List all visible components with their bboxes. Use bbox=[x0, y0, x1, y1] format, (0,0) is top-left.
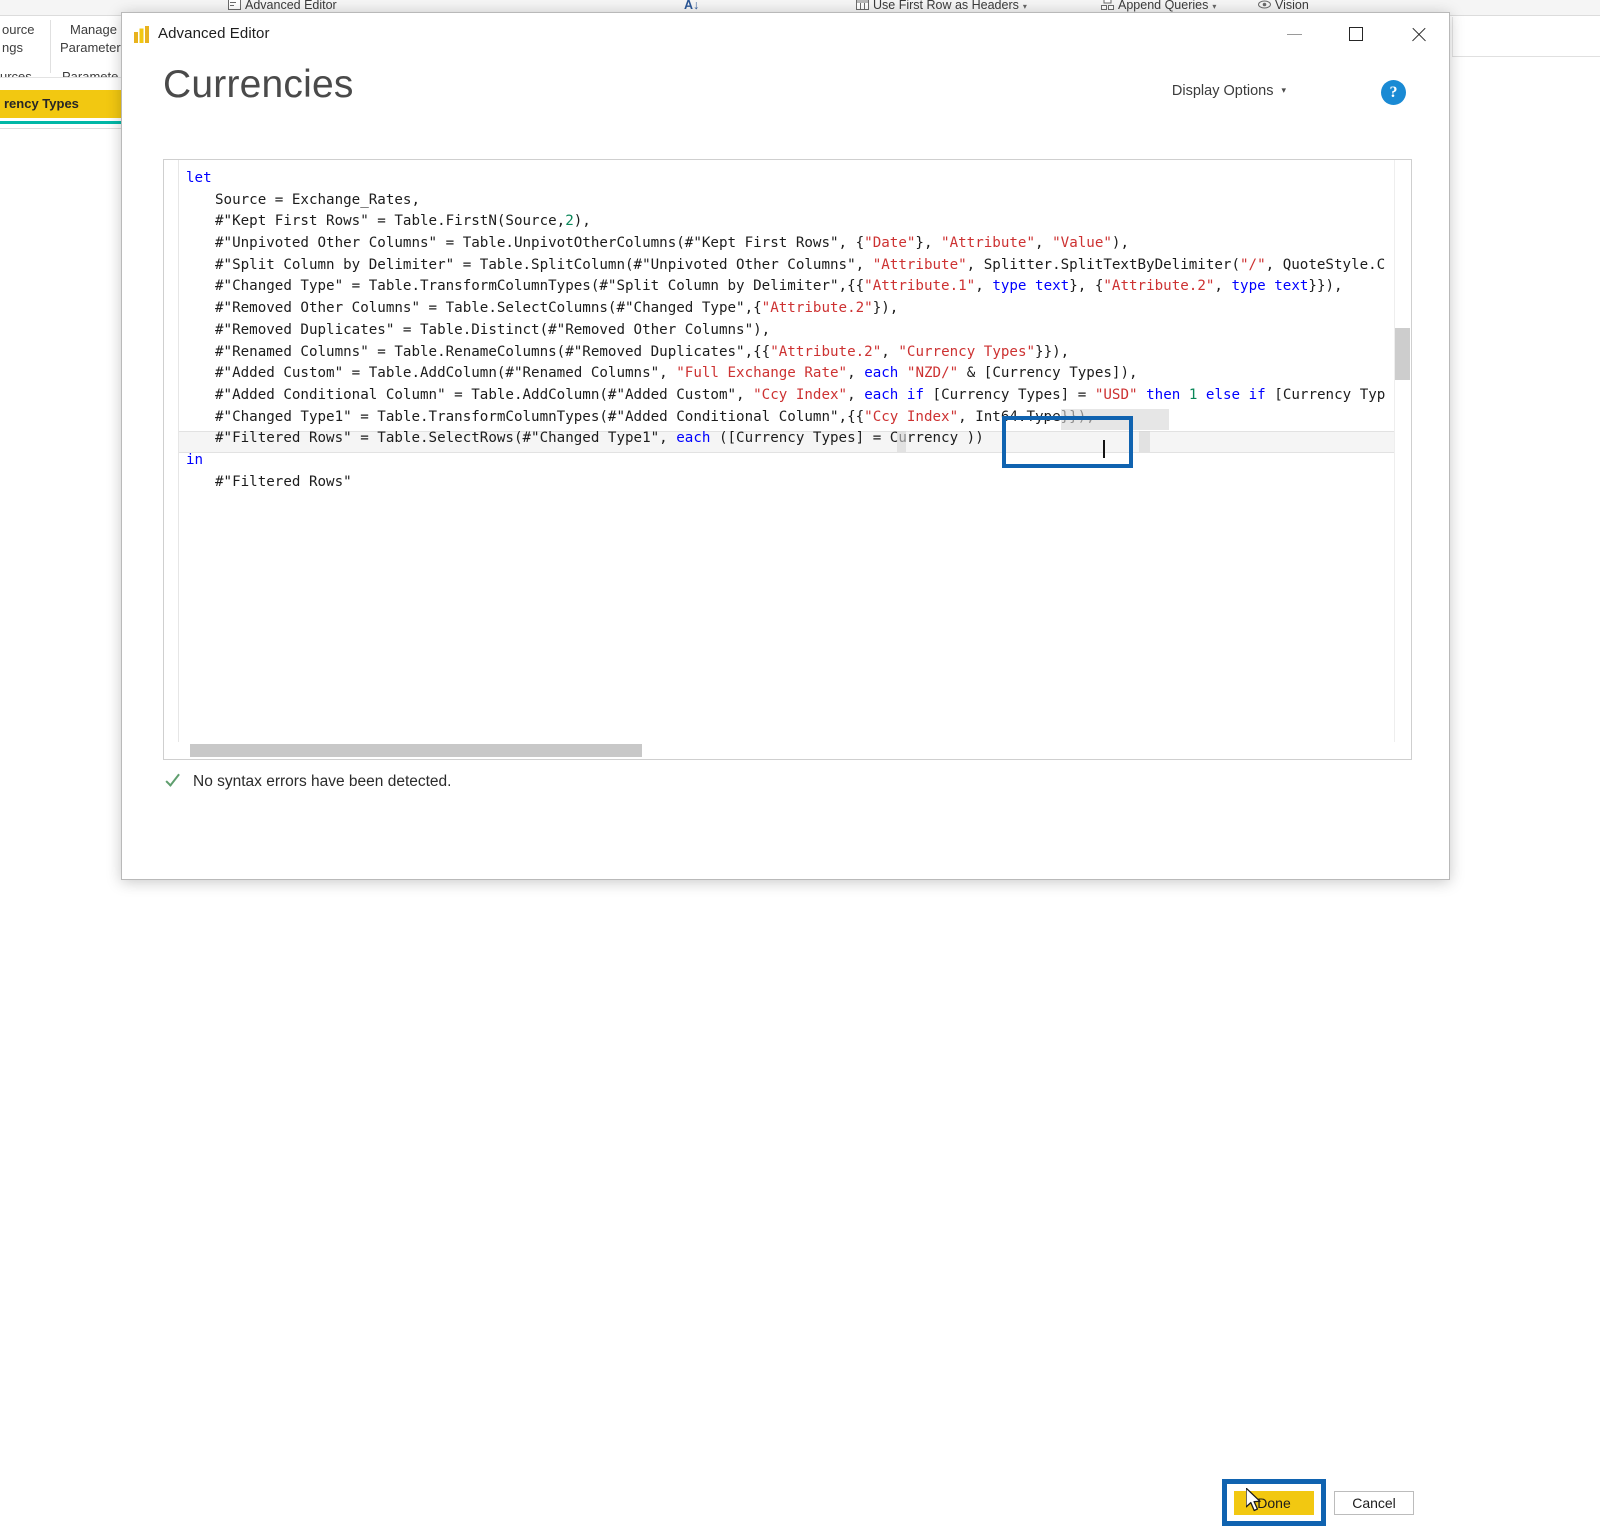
background-right-panel bbox=[1452, 17, 1600, 57]
code-line: #"Removed Other Columns" = Table.SelectC… bbox=[186, 298, 1385, 320]
display-options-dropdown[interactable]: Display Options ▾ bbox=[1172, 83, 1286, 99]
ribbon-button-append-queries[interactable]: Append Queries ▾ bbox=[1101, 0, 1216, 12]
minimize-button[interactable] bbox=[1263, 13, 1325, 55]
code-line: #"Unpivoted Other Columns" = Table.Unpiv… bbox=[186, 233, 1385, 255]
query-tab-currency-types[interactable]: rency Types bbox=[0, 90, 128, 118]
editor-horizontal-scrollbar[interactable] bbox=[164, 742, 1394, 759]
editor-horizontal-scroll-thumb[interactable] bbox=[190, 744, 642, 757]
selection-highlight-paren bbox=[897, 431, 906, 452]
done-button[interactable]: Done bbox=[1234, 1491, 1314, 1515]
ribbon-group-label-parameters: Paramete bbox=[62, 69, 118, 78]
code-line: #"Filtered Rows" = Table.SelectRows(#"Ch… bbox=[186, 428, 1385, 450]
code-line: #"Renamed Columns" = Table.RenameColumns… bbox=[186, 342, 1385, 364]
close-button[interactable] bbox=[1387, 13, 1449, 55]
dialog-title-bar[interactable]: Advanced Editor bbox=[122, 13, 1449, 55]
ribbon-button-use-first-row-as-headers[interactable]: Use First Row as Headers ▾ bbox=[856, 0, 1027, 12]
advanced-editor-icon bbox=[228, 0, 241, 10]
maximize-button[interactable] bbox=[1325, 13, 1387, 55]
code-text[interactable]: letSource = Exchange_Rates,#"Kept First … bbox=[186, 168, 1385, 493]
advanced-editor-dialog: Advanced Editor Currencies Display Optio… bbox=[121, 12, 1450, 880]
code-line: #"Added Conditional Column" = Table.AddC… bbox=[186, 385, 1385, 407]
cancel-button[interactable]: Cancel bbox=[1334, 1491, 1414, 1515]
chevron-down-icon: ▾ bbox=[1023, 2, 1027, 11]
ribbon-text-data-source: ource bbox=[2, 22, 35, 37]
ribbon-text-parameter: Parameter bbox=[60, 40, 121, 55]
dialog-header: Currencies Display Options ▾ ? bbox=[122, 55, 1449, 117]
ribbon-label: Vision bbox=[1275, 0, 1309, 12]
code-line: #"Filtered Rows" bbox=[186, 472, 1385, 494]
vision-icon bbox=[1258, 0, 1271, 10]
gray-divider bbox=[0, 128, 128, 129]
editor-vertical-scrollbar[interactable] bbox=[1394, 160, 1411, 742]
display-options-label: Display Options bbox=[1172, 83, 1274, 99]
editor-gutter-divider bbox=[178, 160, 179, 759]
dialog-title: Advanced Editor bbox=[158, 25, 270, 42]
code-line: Source = Exchange_Rates, bbox=[186, 190, 1385, 212]
ribbon-text-manage: Manage bbox=[70, 22, 117, 37]
chevron-down-icon: ▾ bbox=[1212, 2, 1216, 11]
append-queries-icon bbox=[1101, 0, 1114, 10]
ribbon-label: Advanced Editor bbox=[245, 0, 337, 12]
code-line: let bbox=[186, 168, 1385, 190]
window-controls bbox=[1263, 13, 1449, 55]
selection-highlight-ccy-index bbox=[1061, 409, 1169, 430]
selection-highlight-caret-area bbox=[1139, 431, 1150, 452]
maximize-icon bbox=[1349, 27, 1363, 41]
minimize-icon bbox=[1287, 34, 1302, 35]
query-name-heading: Currencies bbox=[163, 63, 354, 107]
code-line: #"Split Column by Delimiter" = Table.Spl… bbox=[186, 255, 1385, 277]
ribbon-button-vision[interactable]: Vision bbox=[1258, 0, 1309, 12]
code-line: #"Kept First Rows" = Table.FirstN(Source… bbox=[186, 211, 1385, 233]
teal-divider bbox=[0, 121, 128, 124]
code-line: in bbox=[186, 450, 1385, 472]
ribbon-left-group: ource ngs urces Manage Parameter Paramet… bbox=[0, 16, 135, 78]
ribbon-group-label-sources: urces bbox=[0, 69, 32, 78]
table-header-icon bbox=[856, 0, 869, 10]
code-editor[interactable]: letSource = Exchange_Rates,#"Kept First … bbox=[164, 160, 1411, 759]
query-tab-label: rency Types bbox=[4, 96, 79, 111]
code-line: #"Added Custom" = Table.AddColumn(#"Rena… bbox=[186, 363, 1385, 385]
dialog-footer: Done Cancel bbox=[122, 783, 1449, 879]
code-editor-container[interactable]: letSource = Exchange_Rates,#"Kept First … bbox=[163, 159, 1412, 760]
ribbon-label: Use First Row as Headers bbox=[873, 0, 1019, 12]
editor-vertical-scroll-thumb[interactable] bbox=[1395, 328, 1410, 380]
help-button[interactable]: ? bbox=[1381, 80, 1406, 105]
ribbon-button-advanced-editor[interactable]: Advanced Editor bbox=[228, 0, 337, 12]
chevron-down-icon: ▾ bbox=[1281, 85, 1286, 95]
power-bi-logo-icon bbox=[134, 26, 152, 43]
code-line: #"Changed Type1" = Table.TransformColumn… bbox=[186, 407, 1385, 429]
ribbon-text-settings: ngs bbox=[2, 40, 23, 55]
background-bottom-divider bbox=[1452, 56, 1600, 57]
code-line: #"Removed Duplicates" = Table.Distinct(#… bbox=[186, 320, 1385, 342]
text-cursor bbox=[1103, 440, 1105, 458]
help-icon: ? bbox=[1390, 84, 1398, 102]
sort-icon: A↓ bbox=[684, 0, 699, 12]
ribbon-label: Append Queries bbox=[1118, 0, 1208, 12]
code-line: #"Changed Type" = Table.TransformColumnT… bbox=[186, 276, 1385, 298]
close-icon bbox=[1410, 26, 1427, 43]
ribbon-button-sort[interactable]: A↓ bbox=[684, 0, 699, 12]
